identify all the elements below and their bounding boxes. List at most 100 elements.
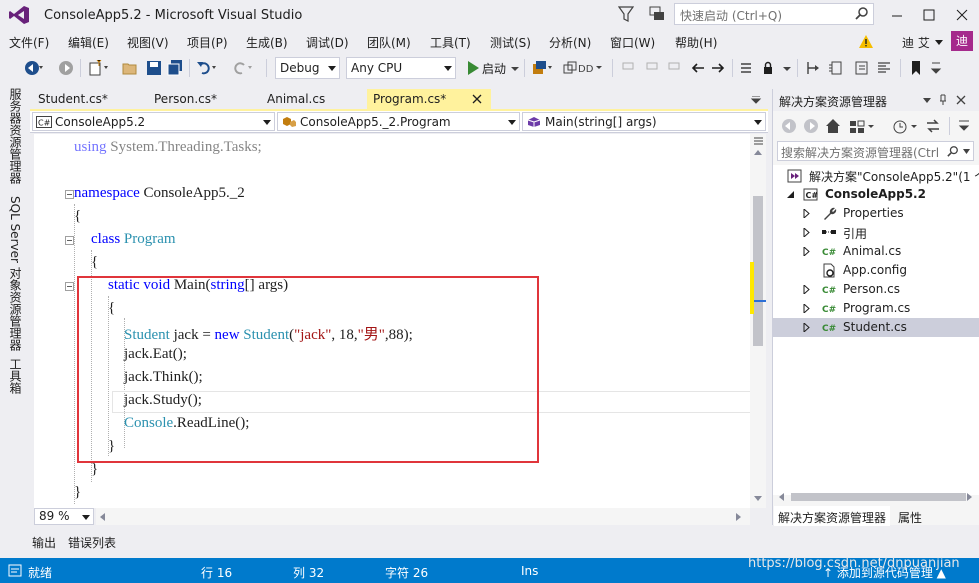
feedback-icon[interactable] — [648, 5, 666, 23]
chevron-down-icon[interactable] — [963, 149, 970, 154]
switch-views-icon[interactable] — [849, 118, 877, 134]
solution-configuration-select[interactable]: Debug — [275, 57, 340, 79]
menu-test[interactable]: 测试(S) — [490, 34, 531, 51]
menu-analyze[interactable]: 分析(N) — [549, 34, 591, 51]
tree-item-app-config[interactable]: App.config — [773, 261, 979, 280]
menu-project[interactable]: 项目(P) — [187, 34, 228, 51]
menu-file[interactable]: 文件(F) — [9, 34, 49, 51]
more-options-icon[interactable] — [957, 118, 971, 134]
user-name[interactable]: 迪 艾 — [902, 34, 930, 51]
solution-explorer-horizontal-scrollbar[interactable] — [777, 489, 974, 503]
editor-horizontal-scrollbar[interactable] — [96, 508, 750, 525]
redo-icon[interactable] — [232, 60, 254, 76]
tree-item-program-cs[interactable]: C# Program.cs — [773, 299, 979, 318]
forward-icon[interactable] — [803, 118, 819, 134]
maximize-button[interactable] — [912, 0, 946, 30]
bookmark-folder-icon[interactable] — [666, 60, 682, 76]
back-navigation-icon[interactable] — [24, 60, 44, 76]
lock-icon[interactable] — [760, 60, 776, 76]
navigate-backward-icon[interactable] — [690, 60, 706, 76]
pin-icon[interactable] — [937, 94, 949, 106]
avatar[interactable]: 迪 — [951, 31, 973, 51]
menu-edit[interactable]: 编辑(E) — [68, 34, 109, 51]
member-dropdown[interactable]: Main(string[] args) — [522, 112, 766, 131]
class-dropdown[interactable]: ConsoleApp5._2.Program — [277, 112, 520, 131]
forward-navigation-icon[interactable] — [58, 60, 74, 76]
scroll-right-arrow-icon[interactable] — [967, 493, 972, 501]
menu-window[interactable]: 窗口(W) — [610, 34, 655, 51]
close-icon[interactable] — [955, 94, 967, 106]
new-project-icon[interactable] — [88, 60, 110, 76]
navigate-forward-icon[interactable] — [710, 60, 726, 76]
step-over-icon[interactable] — [828, 60, 844, 76]
tab-properties[interactable]: 属性 — [894, 506, 926, 526]
sync-icon[interactable] — [925, 118, 941, 134]
scroll-left-arrow-icon[interactable] — [100, 513, 105, 521]
collapsed-arrow-icon[interactable] — [803, 285, 810, 294]
tree-item-project[interactable]: C# ConsoleApp5.2 — [773, 185, 979, 204]
code-editor[interactable]: using System.Threading.Tasks; namespace … — [34, 134, 750, 508]
menu-help[interactable]: 帮助(H) — [675, 34, 717, 51]
chevron-down-icon[interactable] — [510, 60, 520, 76]
collapsed-arrow-icon[interactable] — [803, 247, 810, 256]
menu-view[interactable]: 视图(V) — [127, 34, 169, 51]
close-icon[interactable] — [471, 93, 483, 105]
expanded-arrow-icon[interactable] — [787, 190, 794, 199]
scroll-right-arrow-icon[interactable] — [736, 513, 741, 521]
chevron-down-icon[interactable] — [935, 40, 943, 45]
tab-solution-explorer[interactable]: 解决方案资源管理器 — [774, 506, 891, 526]
toolbar-overflow-icon[interactable] — [930, 60, 942, 76]
menu-team[interactable]: 团队(M) — [367, 34, 411, 51]
menu-tools[interactable]: 工具(T) — [430, 34, 471, 51]
menu-debug[interactable]: 调试(D) — [306, 34, 349, 51]
tab-output[interactable]: 输出 — [32, 534, 56, 551]
scrollbar-thumb[interactable] — [791, 493, 966, 501]
comment-out-icon[interactable] — [738, 60, 754, 76]
run-button-label[interactable]: 启动 — [482, 60, 506, 77]
format-document-icon[interactable] — [876, 60, 892, 76]
tree-item-student-cs[interactable]: C# Student.cs — [773, 318, 979, 337]
home-icon[interactable] — [825, 118, 841, 134]
search-icon[interactable] — [855, 6, 869, 20]
collapsed-arrow-icon[interactable] — [803, 304, 810, 313]
scroll-up-arrow-icon[interactable] — [754, 150, 762, 155]
chevron-down-icon[interactable] — [750, 96, 762, 104]
scroll-down-arrow-icon[interactable] — [754, 496, 762, 501]
tree-item-solution[interactable]: 解决方案"ConsoleApp5.2"(1 个 — [773, 166, 979, 185]
undo-icon[interactable] — [196, 60, 218, 76]
start-debugging-icon[interactable] — [465, 60, 481, 76]
collapse-toggle[interactable] — [65, 190, 74, 199]
zoom-level-select[interactable]: 89 % — [34, 508, 94, 525]
sql-server-object-explorer-tab[interactable]: SQL Server 对象资源管理器 — [7, 196, 24, 351]
search-icon[interactable] — [947, 145, 959, 157]
toolbar-extra-icon[interactable] — [562, 60, 578, 76]
step-out-icon[interactable] — [854, 60, 870, 76]
collapsed-arrow-icon[interactable] — [803, 209, 810, 218]
bookmark-prev-icon[interactable] — [620, 60, 636, 76]
scrollbar-thumb[interactable] — [753, 196, 763, 346]
bookmark-next-icon[interactable] — [644, 60, 660, 76]
collapse-toggle[interactable] — [65, 282, 74, 291]
tab-error-list[interactable]: 错误列表 — [68, 534, 116, 551]
warning-icon[interactable] — [858, 34, 874, 49]
dropdown-icon[interactable]: DD — [578, 60, 606, 76]
menu-build[interactable]: 生成(B) — [246, 34, 288, 51]
close-button[interactable] — [945, 0, 979, 30]
browser-link-icon[interactable] — [532, 60, 554, 76]
filter-icon[interactable] — [618, 5, 634, 23]
collapsed-arrow-icon[interactable] — [803, 228, 810, 237]
back-icon[interactable] — [781, 118, 797, 134]
tree-item-animal-cs[interactable]: C# Animal.cs — [773, 242, 979, 261]
project-dropdown[interactable]: C# ConsoleApp5.2 — [32, 112, 275, 131]
chevron-down-icon[interactable] — [921, 94, 933, 106]
chevron-down-icon[interactable] — [782, 60, 792, 76]
server-explorer-tab[interactable]: 服务器资源管理器 — [7, 88, 24, 184]
split-window-icon[interactable] — [754, 136, 763, 146]
solution-explorer-search-input[interactable]: 搜索解决方案资源管理器(Ctrl — [777, 141, 974, 161]
toolbox-tab[interactable]: 工具箱 — [7, 358, 24, 394]
save-all-icon[interactable] — [167, 60, 183, 76]
tab-animal-cs[interactable]: Animal.cs — [261, 89, 366, 109]
tree-item-references[interactable]: 引用 — [773, 223, 979, 242]
solution-platform-select[interactable]: Any CPU — [346, 57, 456, 79]
scroll-left-arrow-icon[interactable] — [779, 493, 784, 501]
